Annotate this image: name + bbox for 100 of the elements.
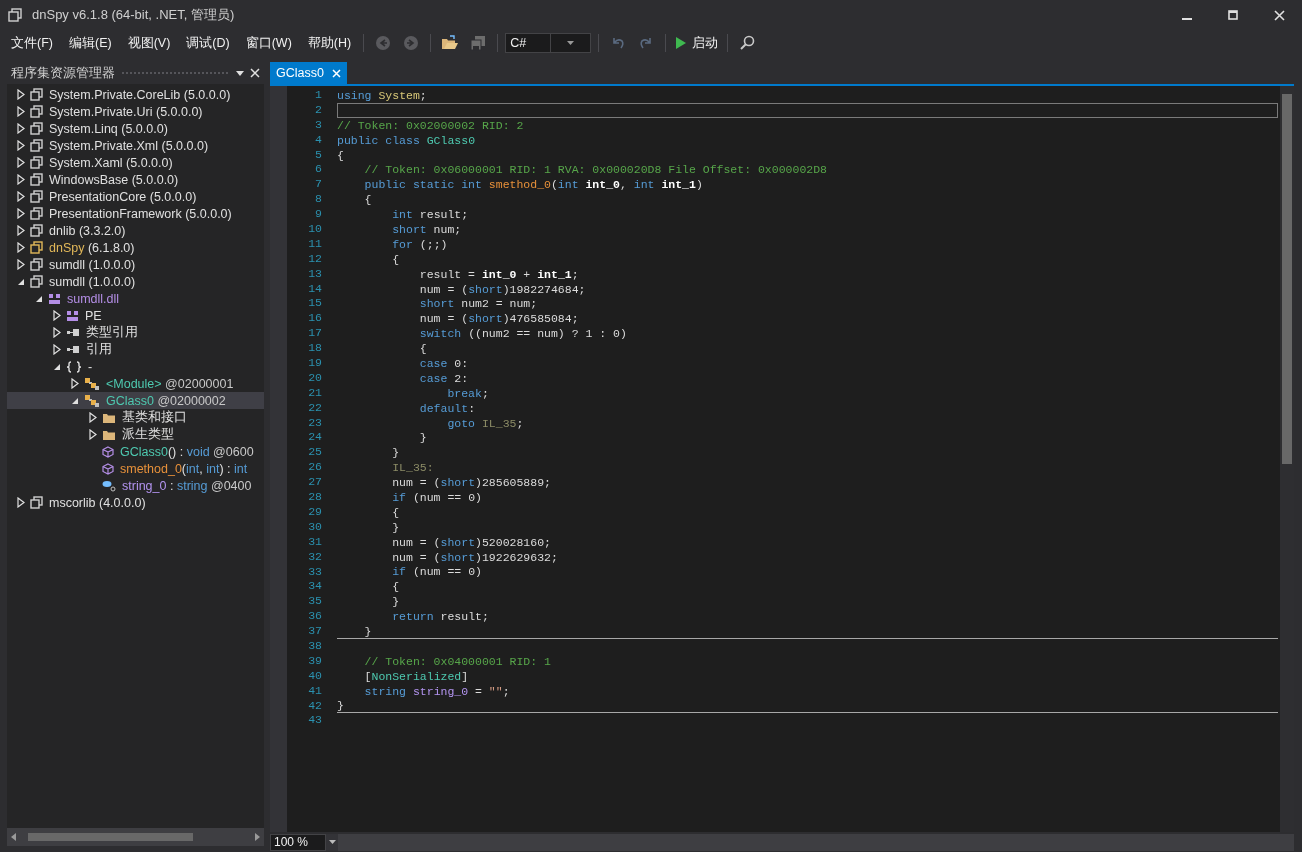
collapsed-arrow-icon[interactable] bbox=[52, 310, 61, 321]
collapsed-arrow-icon[interactable] bbox=[88, 429, 97, 440]
tree-row[interactable]: System.Private.Uri (5.0.0.0) bbox=[7, 103, 264, 120]
collapsed-arrow-icon[interactable] bbox=[16, 123, 25, 134]
collapsed-arrow-icon[interactable] bbox=[16, 106, 25, 117]
collapsed-arrow-icon[interactable] bbox=[52, 344, 61, 355]
code-line: { bbox=[337, 148, 344, 162]
line-number: 19 bbox=[308, 356, 322, 370]
line-number: 23 bbox=[308, 415, 322, 429]
scroll-right-icon[interactable] bbox=[255, 833, 260, 841]
code-line: { bbox=[363, 193, 372, 207]
tree-label: PresentationCore (5.0.0.0) bbox=[49, 189, 197, 204]
line-number: 3 bbox=[315, 117, 322, 131]
vertical-scrollbar[interactable] bbox=[1280, 86, 1294, 832]
horizontal-scrollbar[interactable] bbox=[7, 828, 264, 846]
tree-row[interactable]: PresentationFramework (5.0.0.0) bbox=[7, 205, 264, 222]
tree-row[interactable]: System.Private.CoreLib (5.0.0.0) bbox=[7, 86, 264, 103]
code-line: if (num == 0) bbox=[391, 565, 482, 579]
menu-item[interactable]: 窗口(W) bbox=[238, 31, 299, 55]
menu-item[interactable]: 编辑(E) bbox=[61, 31, 119, 55]
code-line: if (num == 0) bbox=[391, 491, 482, 504]
tree-row[interactable]: sumdll (1.0.0.0) bbox=[7, 256, 264, 273]
tree-row[interactable]: mscorlib (4.0.0.0) bbox=[7, 494, 264, 511]
tree-row[interactable]: sumdll.dll bbox=[7, 290, 264, 307]
expanded-arrow-icon[interactable] bbox=[34, 294, 43, 303]
tree-row[interactable]: PE bbox=[7, 307, 264, 324]
tree-row[interactable]: 引用 bbox=[7, 341, 264, 358]
expanded-arrow-icon[interactable] bbox=[52, 362, 61, 371]
minimize-icon bbox=[1182, 18, 1192, 20]
tree-row[interactable]: string_0 : string @0400 bbox=[7, 477, 264, 494]
menu-item[interactable]: 调试(D) bbox=[179, 31, 237, 55]
tree-row[interactable]: dnlib (3.3.2.0) bbox=[7, 222, 264, 239]
app-icon bbox=[8, 8, 22, 22]
class-icon bbox=[84, 393, 100, 408]
tree-row[interactable]: - bbox=[7, 358, 264, 375]
dropdown-arrow-icon[interactable] bbox=[328, 840, 336, 844]
assembly-icon bbox=[30, 224, 43, 237]
dropdown-arrow-icon[interactable] bbox=[236, 70, 244, 76]
scroll-left-icon[interactable] bbox=[11, 833, 16, 841]
collapsed-arrow-icon[interactable] bbox=[88, 412, 97, 423]
tree-row[interactable]: WindowsBase (5.0.0.0) bbox=[7, 171, 264, 188]
tree-label: <Module> @02000001 bbox=[106, 376, 234, 391]
tree-row[interactable]: sumdll (1.0.0.0) bbox=[7, 273, 264, 290]
tree-row[interactable]: System.Xaml (5.0.0.0) bbox=[7, 154, 264, 171]
tree-row[interactable]: 基类和接口 bbox=[7, 409, 264, 426]
line-number: 38 bbox=[308, 638, 322, 652]
assembly-icon bbox=[30, 156, 43, 169]
editor-tab[interactable]: GClass0 bbox=[270, 62, 347, 84]
tree-label: string_0 : string @0400 bbox=[122, 478, 252, 493]
expanded-arrow-icon[interactable] bbox=[70, 396, 79, 405]
tree-row[interactable]: PresentationCore (5.0.0.0) bbox=[7, 188, 264, 205]
collapsed-arrow-icon[interactable] bbox=[16, 497, 25, 508]
menu-item[interactable]: 视图(V) bbox=[120, 31, 178, 55]
tree-label: mscorlib (4.0.0.0) bbox=[49, 495, 146, 510]
play-icon bbox=[675, 36, 688, 50]
line-number: 32 bbox=[308, 549, 322, 563]
line-number: 40 bbox=[308, 668, 322, 682]
cube-icon bbox=[102, 462, 114, 475]
tree-row[interactable]: 派生类型 bbox=[7, 426, 264, 443]
collapsed-arrow-icon[interactable] bbox=[16, 89, 25, 100]
menu-item[interactable]: 文件(F) bbox=[4, 31, 60, 55]
start-button[interactable]: 启动 bbox=[673, 32, 721, 54]
tree-label: sumdll (1.0.0.0) bbox=[49, 274, 136, 289]
tree-row[interactable]: GClass0 @02000002 bbox=[7, 392, 264, 409]
tree-row[interactable]: <Module> @02000001 bbox=[7, 375, 264, 392]
dropdown-arrow-icon bbox=[566, 41, 574, 45]
tree-row[interactable]: smethod_0(int, int) : int bbox=[7, 460, 264, 477]
collapsed-arrow-icon[interactable] bbox=[16, 140, 25, 151]
collapsed-arrow-icon[interactable] bbox=[16, 191, 25, 202]
line-number: 1 bbox=[315, 88, 322, 101]
code-line: } bbox=[391, 595, 400, 609]
collapsed-arrow-icon[interactable] bbox=[16, 225, 25, 236]
tree-row[interactable]: GClass0() : void @0600 bbox=[7, 443, 264, 460]
code-line: result = int_0 + int_1; bbox=[418, 267, 579, 281]
collapsed-arrow-icon[interactable] bbox=[16, 174, 25, 185]
collapsed-arrow-icon[interactable] bbox=[70, 378, 79, 389]
language-dropdown[interactable]: C# bbox=[505, 33, 592, 53]
code-line: num = (short)476585084; bbox=[418, 312, 579, 326]
tree-row[interactable]: 类型引用 bbox=[7, 324, 264, 341]
collapsed-arrow-icon[interactable] bbox=[16, 157, 25, 168]
expanded-arrow-icon[interactable] bbox=[16, 277, 25, 286]
tree-row[interactable]: System.Private.Xml (5.0.0.0) bbox=[7, 137, 264, 154]
tree-row[interactable]: System.Linq (5.0.0.0) bbox=[7, 120, 264, 137]
zoom-field[interactable]: 100 % bbox=[270, 833, 326, 851]
collapsed-arrow-icon[interactable] bbox=[16, 242, 25, 253]
line-number: 15 bbox=[308, 296, 322, 310]
code-line: num = (short)1922629632; bbox=[391, 550, 558, 564]
line-number: 43 bbox=[308, 713, 322, 727]
line-number: 21 bbox=[308, 385, 322, 399]
collapsed-arrow-icon[interactable] bbox=[52, 327, 61, 338]
menu-item[interactable]: 帮助(H) bbox=[300, 31, 359, 55]
maximize-icon bbox=[1228, 10, 1238, 20]
horizontal-scrollbar[interactable] bbox=[338, 833, 1294, 851]
collapsed-arrow-icon[interactable] bbox=[16, 208, 25, 219]
search-icon bbox=[739, 35, 756, 51]
folder-icon bbox=[102, 428, 116, 441]
close-icon[interactable] bbox=[250, 68, 260, 78]
line-number: 2 bbox=[315, 102, 322, 116]
collapsed-arrow-icon[interactable] bbox=[16, 259, 25, 270]
tree-row[interactable]: dnSpy (6.1.8.0) bbox=[7, 239, 264, 256]
